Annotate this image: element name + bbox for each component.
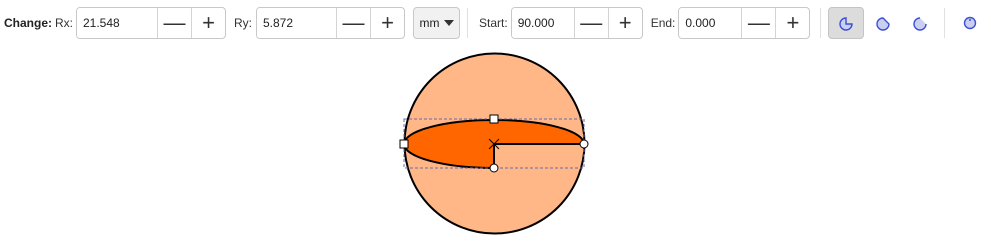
change-label: Change:: [4, 16, 52, 30]
arc-closed-button[interactable]: [865, 7, 901, 39]
unit-value: mm: [419, 16, 440, 30]
arc-open-icon: [913, 17, 928, 31]
rx-increment-button[interactable]: +: [191, 8, 225, 38]
rx-label: Rx:: [55, 16, 73, 30]
make-whole-icon: [964, 16, 977, 30]
ry-resize-handle[interactable]: [489, 114, 499, 124]
arc-open-button[interactable]: [902, 7, 938, 39]
unit-dropdown[interactable]: mm: [413, 7, 460, 39]
rx-spinbox: — +: [76, 7, 226, 39]
slice-icon: [839, 17, 854, 31]
end-angle-handle[interactable]: [489, 163, 499, 173]
rx-decrement-button[interactable]: —: [157, 8, 191, 38]
toolbar-separator: [944, 8, 946, 38]
end-decrement-button[interactable]: —: [741, 8, 775, 38]
ry-increment-button[interactable]: +: [370, 8, 404, 38]
rx-input[interactable]: [77, 8, 157, 38]
canvas-svg: [399, 52, 589, 235]
make-whole-button[interactable]: [952, 7, 988, 39]
toolbar-separator: [820, 8, 822, 38]
rx-resize-handle[interactable]: [399, 139, 409, 149]
toolbar-separator: [467, 8, 468, 38]
start-increment-button[interactable]: +: [607, 8, 642, 38]
ry-spinbox: — +: [256, 7, 405, 39]
drawing-canvas[interactable]: [0, 46, 991, 249]
start-input[interactable]: [511, 8, 574, 38]
arc-toolbar: Change: Rx: — + Ry: — + mm Start: — + En…: [0, 0, 991, 46]
start-spinbox: — +: [510, 7, 643, 39]
ry-label: Ry:: [234, 16, 252, 30]
ry-input[interactable]: [257, 8, 336, 38]
end-increment-button[interactable]: +: [775, 8, 809, 38]
start-label: Start:: [479, 16, 508, 30]
slice-button[interactable]: [828, 7, 865, 39]
start-decrement-button[interactable]: —: [573, 8, 608, 38]
chevron-down-icon: [443, 20, 454, 26]
end-spinbox: — +: [678, 7, 811, 39]
end-label: End:: [650, 16, 676, 30]
ry-decrement-button[interactable]: —: [336, 8, 370, 38]
arc-closed-icon: [876, 17, 891, 31]
end-input[interactable]: [679, 8, 742, 38]
start-angle-handle[interactable]: [579, 139, 589, 149]
